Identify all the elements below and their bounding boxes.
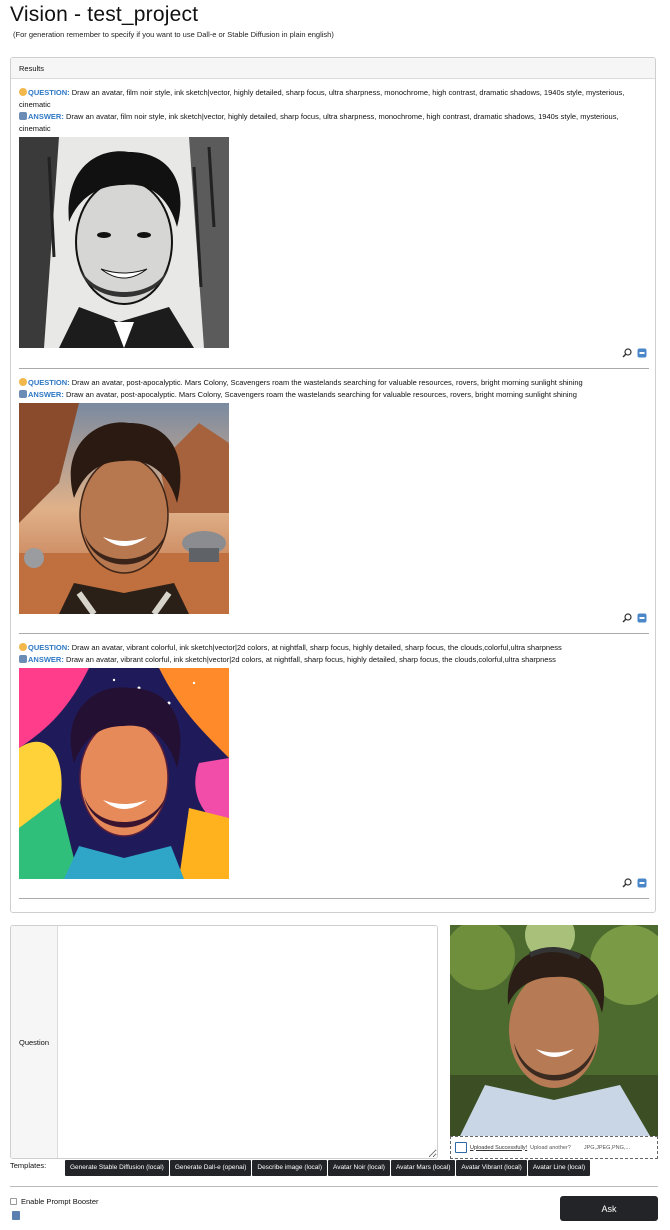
template-button-avatar-vibrant[interactable]: Avatar Vibrant (local)	[456, 1160, 527, 1176]
question-tag: QUESTION:	[28, 88, 70, 97]
info-icon[interactable]	[12, 1211, 20, 1220]
upload-status[interactable]: Uploaded Successfully! Upload another? J…	[450, 1136, 658, 1159]
template-button-avatar-line[interactable]: Avatar Line (local)	[527, 1160, 591, 1176]
results-header: Results	[11, 58, 655, 79]
user-emoji-icon	[19, 378, 27, 386]
answer-tag: ANSWER:	[28, 390, 64, 399]
question-tag: QUESTION:	[28, 378, 70, 387]
copy-icon[interactable]	[637, 878, 647, 888]
answer-line: ANSWER: Draw an avatar, post-apocalyptic…	[19, 389, 649, 401]
results-panel: Results QUESTION: Draw an avatar, film n…	[10, 57, 656, 913]
template-button-describe-image[interactable]: Describe image (local)	[252, 1160, 328, 1176]
answer-line: ANSWER: Draw an avatar, vibrant colorful…	[19, 654, 649, 666]
question-line: QUESTION: Draw an avatar, post-apocalypt…	[19, 377, 649, 389]
prompt-booster-label: Enable Prompt Booster	[21, 1197, 99, 1206]
answer-text: Draw an avatar, film noir style, ink ske…	[19, 112, 619, 133]
entry-tools	[622, 348, 647, 358]
result-entry: QUESTION: Draw an avatar, post-apocalypt…	[19, 377, 649, 614]
answer-text: Draw an avatar, vibrant colorful, ink sk…	[65, 655, 556, 664]
generated-image[interactable]	[19, 403, 229, 614]
user-emoji-icon	[19, 88, 27, 96]
templates-label: Templates:	[10, 1161, 47, 1170]
result-entry: QUESTION: Draw an avatar, vibrant colorf…	[19, 642, 649, 879]
question-line: QUESTION: Draw an avatar, vibrant colorf…	[19, 642, 649, 654]
entry-divider	[19, 898, 649, 899]
question-panel: Question	[10, 925, 438, 1159]
result-entry: QUESTION: Draw an avatar, film noir styl…	[19, 87, 649, 348]
ask-button[interactable]: Ask	[560, 1196, 658, 1221]
question-input[interactable]	[58, 926, 437, 1158]
question-text: Draw an avatar, film noir style, ink ske…	[19, 88, 625, 109]
page-subtitle: (For generation remember to specify if y…	[13, 30, 334, 39]
robot-emoji-icon	[19, 112, 27, 120]
image-upload-icon	[455, 1142, 467, 1153]
zoom-icon[interactable]	[622, 348, 632, 358]
robot-emoji-icon	[19, 655, 27, 663]
generated-image[interactable]	[19, 137, 229, 348]
template-button-avatar-noir[interactable]: Avatar Noir (local)	[328, 1160, 390, 1176]
image-upload-panel[interactable]: Uploaded Successfully! Upload another? J…	[450, 925, 658, 1159]
page-title: Vision - test_project	[10, 3, 199, 26]
entry-tools	[622, 613, 647, 623]
copy-icon[interactable]	[637, 348, 647, 358]
answer-text: Draw an avatar, post-apocalyptic. Mars C…	[65, 390, 577, 399]
answer-tag: ANSWER:	[28, 655, 64, 664]
question-label: Question	[11, 926, 58, 1158]
entry-tools	[622, 878, 647, 888]
entry-divider	[19, 633, 649, 634]
answer-line: ANSWER: Draw an avatar, film noir style,…	[19, 111, 649, 135]
templates-bar: Generate Stable Diffusion (local) Genera…	[65, 1160, 591, 1176]
user-emoji-icon	[19, 643, 27, 651]
prompt-booster-checkbox[interactable]	[10, 1198, 17, 1205]
section-divider	[10, 1186, 658, 1187]
upload-success-text: Uploaded Successfully!	[470, 1144, 528, 1151]
generated-image[interactable]	[19, 668, 229, 879]
zoom-icon[interactable]	[622, 613, 632, 623]
template-button-avatar-mars[interactable]: Avatar Mars (local)	[390, 1160, 456, 1176]
copy-icon[interactable]	[637, 613, 647, 623]
question-text: Draw an avatar, vibrant colorful, ink sk…	[71, 643, 562, 652]
uploaded-photo	[450, 925, 658, 1136]
upload-file-types: JPG,JPEG,PNG,...	[583, 1144, 630, 1151]
question-line: QUESTION: Draw an avatar, film noir styl…	[19, 87, 649, 111]
robot-emoji-icon	[19, 390, 27, 398]
template-button-generate-stable-diffusion[interactable]: Generate Stable Diffusion (local)	[65, 1160, 169, 1176]
answer-tag: ANSWER:	[28, 112, 64, 121]
zoom-icon[interactable]	[622, 878, 632, 888]
template-button-generate-dalle[interactable]: Generate Dall-e (openai)	[169, 1160, 252, 1176]
question-tag: QUESTION:	[28, 643, 70, 652]
question-text: Draw an avatar, post-apocalyptic. Mars C…	[71, 378, 583, 387]
upload-another-link[interactable]: Upload another?	[530, 1145, 571, 1151]
prompt-booster-option[interactable]: Enable Prompt Booster	[10, 1197, 99, 1206]
entry-divider	[19, 368, 649, 369]
